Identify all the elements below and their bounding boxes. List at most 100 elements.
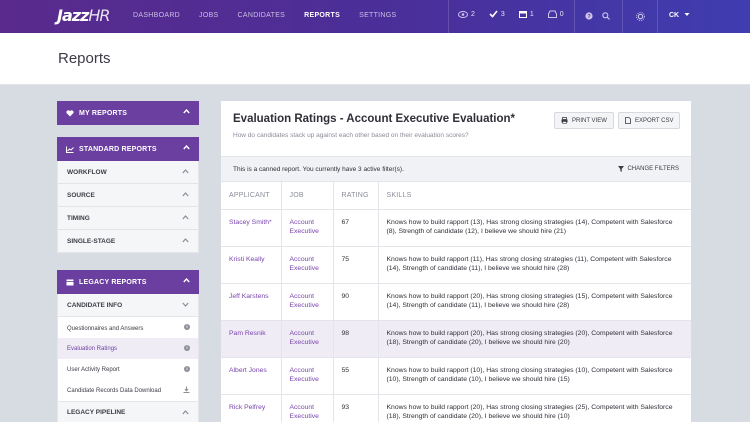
- logo-suffix: HR: [88, 6, 110, 25]
- skills-text: Knows how to build rapport (20), Has str…: [378, 283, 691, 321]
- nav-icon-group: 2 3 1 0: [458, 10, 578, 18]
- user-initials: CK: [669, 12, 680, 19]
- chevron-up-icon: [182, 169, 189, 174]
- nav-candidates[interactable]: CANDIDATES: [238, 12, 286, 19]
- print-view-label: PRINT VIEW: [572, 117, 607, 124]
- nav-jobs[interactable]: JOBS: [199, 12, 218, 19]
- sidebar-item-timing[interactable]: TIMING: [57, 207, 199, 230]
- help-icon[interactable]: ?: [585, 12, 593, 20]
- inbox-counter[interactable]: 0: [547, 10, 564, 18]
- table-row: Stacey Smith* Account Executive 67 Knows…: [221, 209, 691, 247]
- column-header-applicant[interactable]: APPLICANT: [221, 182, 282, 210]
- calendar-counter[interactable]: 1: [518, 10, 534, 18]
- line-chart-icon: [66, 146, 74, 153]
- job-link[interactable]: Account Executive: [281, 246, 334, 284]
- table-row: Kristi Keally Account Executive 75 Knows…: [221, 246, 691, 284]
- applicant-link[interactable]: Rick Pelfrey: [221, 394, 282, 422]
- standard-reports-header[interactable]: STANDARD REPORTS: [57, 137, 199, 161]
- sidebar-item-user-activity[interactable]: User Activity Report i: [57, 359, 199, 380]
- applicant-link[interactable]: Stacey Smith*: [221, 209, 282, 247]
- evaluation-ratings-table: APPLICANT JOB RATING SKILLS Stacey Smith…: [221, 182, 691, 422]
- skills-text: Knows how to build rapport (13), Has str…: [378, 209, 691, 247]
- jazzhr-logo[interactable]: JazzHR: [57, 6, 111, 25]
- applicant-link[interactable]: Pam Resnik: [221, 320, 282, 358]
- filter-status-text: This is a canned report. You currently h…: [233, 166, 404, 173]
- sidebar-item-label: CANDIDATE INFO: [67, 301, 123, 309]
- calendar-icon: [518, 11, 527, 18]
- job-link[interactable]: Account Executive: [281, 209, 334, 247]
- chevron-down-icon: [684, 13, 690, 16]
- sidebar-item-questionnaires[interactable]: Questionnaires and Answers i: [57, 317, 199, 338]
- table-header-row: APPLICANT JOB RATING SKILLS: [221, 182, 691, 210]
- top-navigation-bar: JazzHR DASHBOARD JOBS CANDIDATES REPORTS…: [0, 0, 750, 33]
- column-header-rating[interactable]: RATING: [333, 182, 379, 210]
- report-panel: Evaluation Ratings - Account Executive E…: [221, 101, 691, 422]
- info-icon[interactable]: i: [184, 324, 190, 330]
- checkmark-icon: [489, 10, 498, 18]
- job-link[interactable]: Account Executive: [281, 283, 334, 321]
- table-row: Rick Pelfrey Account Executive 93 Knows …: [221, 394, 691, 422]
- sidebar-item-workflow[interactable]: WORKFLOW: [57, 161, 199, 184]
- nav-reports[interactable]: REPORTS: [304, 12, 340, 19]
- chevron-up-icon: [182, 410, 189, 415]
- page-title: Reports: [58, 50, 111, 67]
- table-icon: [66, 279, 74, 285]
- chevron-up-icon: [182, 215, 189, 220]
- download-icon[interactable]: [183, 386, 190, 393]
- inbox-count: 0: [559, 10, 564, 18]
- my-reports-label: MY REPORTS: [79, 109, 128, 117]
- rating-value: 55: [333, 357, 379, 395]
- sidebar-item-label: SOURCE: [67, 191, 95, 199]
- job-link[interactable]: Account Executive: [281, 357, 334, 395]
- my-reports-header[interactable]: MY REPORTS: [57, 101, 199, 125]
- skills-text: Knows how to build rapport (20), Has str…: [378, 394, 691, 422]
- applicant-link[interactable]: Jeff Karstens: [221, 283, 282, 321]
- job-link[interactable]: Account Executive: [281, 394, 334, 422]
- printer-icon: [561, 117, 568, 124]
- change-filters-button[interactable]: CHANGE FILTERS: [618, 166, 679, 172]
- sidebar-item-label: Candidate Records Data Download: [67, 387, 162, 394]
- export-csv-button[interactable]: EXPORT CSV: [618, 112, 681, 129]
- column-header-job[interactable]: JOB: [281, 182, 334, 210]
- chevron-up-icon: [183, 109, 190, 114]
- nav-divider: [622, 0, 623, 33]
- reports-sidebar: MY REPORTS STANDARD REPORTS WORKFLOW SOU…: [57, 101, 199, 422]
- sidebar-item-label: SINGLE-STAGE: [67, 237, 116, 245]
- nav-divider: [448, 0, 449, 33]
- user-menu[interactable]: CK: [669, 12, 690, 19]
- nav-links: DASHBOARD JOBS CANDIDATES REPORTS SETTIN…: [133, 12, 416, 19]
- print-view-button[interactable]: PRINT VIEW: [554, 112, 614, 129]
- sidebar-item-evaluation-ratings[interactable]: Evaluation Ratings i: [57, 338, 199, 359]
- table-row: Jeff Karstens Account Executive 90 Knows…: [221, 283, 691, 321]
- chevron-up-icon: [182, 192, 189, 197]
- sidebar-item-single-stage[interactable]: SINGLE-STAGE: [57, 230, 199, 253]
- applicant-link[interactable]: Albert Jones: [221, 357, 282, 395]
- search-icon[interactable]: [602, 12, 610, 20]
- file-icon: [625, 117, 631, 124]
- info-icon[interactable]: i: [184, 345, 190, 351]
- filter-icon: [618, 166, 625, 172]
- job-link[interactable]: Account Executive: [281, 320, 334, 358]
- settings-gear-icon[interactable]: [636, 12, 645, 21]
- legacy-reports-header[interactable]: LEGACY REPORTS: [57, 270, 199, 294]
- legacy-reports-label: LEGACY REPORTS: [79, 278, 147, 286]
- sidebar-item-source[interactable]: SOURCE: [57, 184, 199, 207]
- nav-settings[interactable]: SETTINGS: [359, 12, 396, 19]
- report-subtitle: How do candidates stack up against each …: [233, 132, 469, 139]
- calendar-count: 1: [529, 10, 534, 18]
- sidebar-item-label: User Activity Report: [67, 366, 120, 373]
- sidebar-item-candidate-info[interactable]: CANDIDATE INFO: [57, 294, 199, 317]
- sidebar-item-legacy-pipeline[interactable]: LEGACY PIPELINE: [57, 401, 199, 422]
- views-counter[interactable]: 2: [458, 10, 475, 18]
- rating-value: 98: [333, 320, 379, 358]
- tasks-counter[interactable]: 3: [489, 10, 505, 18]
- nav-dashboard[interactable]: DASHBOARD: [133, 12, 180, 19]
- standard-reports-label: STANDARD REPORTS: [79, 145, 157, 153]
- report-title: Evaluation Ratings - Account Executive E…: [233, 113, 516, 125]
- applicant-link[interactable]: Kristi Keally: [221, 246, 282, 284]
- change-filters-label: CHANGE FILTERS: [627, 166, 679, 172]
- column-header-skills[interactable]: SKILLS: [378, 182, 691, 210]
- logo-main: Jazz: [57, 6, 89, 25]
- info-icon[interactable]: i: [184, 366, 190, 372]
- sidebar-item-candidate-records[interactable]: Candidate Records Data Download: [57, 380, 199, 401]
